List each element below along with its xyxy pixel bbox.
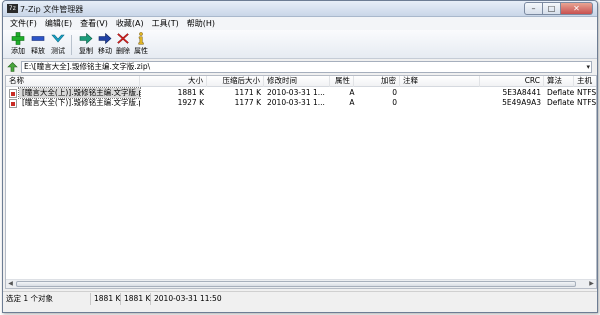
file-encrypted: 0 <box>392 98 397 107</box>
scrollbar-thumb[interactable] <box>16 281 576 287</box>
column-encrypted[interactable]: 加密 <box>354 76 400 87</box>
file-host: NTFS <box>577 88 597 97</box>
file-crc: 5E49A9A3 <box>502 98 541 107</box>
address-bar: E:\[瞳言大全].毁修铭主编.文字版.zip\ ▾ <box>3 60 597 74</box>
copy-icon <box>79 32 93 45</box>
status-bar: 选定 1 个对象 1881 K 1881 K 2010-03-31 11:50 <box>3 291 597 305</box>
table-row[interactable]: [瞳言大全(上)].毁修铭主编.文字版.pdf 1881 K 1171 K 20… <box>6 87 597 99</box>
horizontal-scrollbar[interactable]: ◀ ▶ <box>6 279 596 288</box>
table-row[interactable]: [瞳言大全(下)].毁修铭主编.文字版.pdf 1927 K 1177 K 20… <box>6 98 596 108</box>
column-modified[interactable]: 修改时间 <box>264 76 330 87</box>
extract-icon <box>31 36 45 41</box>
menu-view[interactable]: 查看(V) <box>76 18 112 29</box>
file-encrypted: 0 <box>392 88 397 97</box>
move-button[interactable]: 移动 <box>95 32 115 58</box>
scroll-right-icon[interactable]: ▶ <box>587 280 596 288</box>
toolbar: 添加 释放 测试 复制 移动 删除 属性 <box>3 30 597 59</box>
add-icon <box>11 32 25 45</box>
delete-icon <box>117 33 129 44</box>
properties-label: 属性 <box>134 47 148 55</box>
extract-button[interactable]: 释放 <box>28 32 48 58</box>
file-method: Deflate <box>547 98 575 107</box>
file-comment <box>400 88 480 98</box>
column-crc[interactable]: CRC <box>480 76 544 87</box>
address-path: E:\[瞳言大全].毁修铭主编.文字版.zip\ <box>24 62 151 71</box>
column-host[interactable]: 主机 <box>574 76 596 87</box>
copy-button[interactable]: 复制 <box>76 32 96 58</box>
app-window: 7z 7-Zip 文件管理器 – □ ✕ 文件(F) 编辑(E) 查看(V) 收… <box>2 0 598 313</box>
chevron-down-icon[interactable]: ▾ <box>586 62 590 72</box>
file-name[interactable]: [瞳言大全(上)].毁修铭主编.文字版.pdf <box>18 87 141 99</box>
file-method: Deflate <box>547 88 575 97</box>
properties-button[interactable]: 属性 <box>131 32 151 58</box>
title-bar[interactable]: 7z 7-Zip 文件管理器 – □ ✕ <box>3 1 597 17</box>
file-list[interactable]: 名称 大小 压缩后大小 修改时间 属性 加密 注释 CRC 算法 主机 [瞳言大… <box>5 75 597 289</box>
file-host: NTFS <box>577 98 597 107</box>
window-controls: – □ ✕ <box>524 2 593 15</box>
column-attributes[interactable]: 属性 <box>330 76 354 87</box>
toolbar-separator <box>71 35 72 55</box>
test-button[interactable]: 测试 <box>48 32 68 58</box>
file-modified: 2010-03-31 1... <box>267 88 325 97</box>
menu-file[interactable]: 文件(F) <box>6 18 41 29</box>
column-size[interactable]: 大小 <box>140 76 207 87</box>
column-name[interactable]: 名称 <box>6 76 140 87</box>
menu-tools[interactable]: 工具(T) <box>148 18 183 29</box>
file-crc: 5E3A8441 <box>502 88 542 97</box>
menu-help[interactable]: 帮助(H) <box>183 18 219 29</box>
move-label: 移动 <box>98 47 112 55</box>
column-method[interactable]: 算法 <box>544 76 574 87</box>
up-folder-icon[interactable] <box>7 62 18 72</box>
maximize-button[interactable]: □ <box>543 2 561 15</box>
status-modified: 2010-03-31 11:50 <box>154 294 222 303</box>
pdf-file-icon <box>9 99 17 108</box>
window-title: 7-Zip 文件管理器 <box>20 5 84 14</box>
test-icon <box>51 34 65 43</box>
status-packed: 1881 K <box>121 293 151 305</box>
delete-label: 删除 <box>116 47 130 55</box>
info-icon <box>138 32 144 45</box>
menu-edit[interactable]: 编辑(E) <box>41 18 76 29</box>
add-label: 添加 <box>11 47 25 55</box>
list-header: 名称 大小 压缩后大小 修改时间 属性 加密 注释 CRC 算法 主机 <box>6 76 596 87</box>
column-comment[interactable]: 注释 <box>400 76 480 87</box>
extract-label: 释放 <box>31 47 45 55</box>
move-icon <box>98 32 112 45</box>
file-name[interactable]: [瞳言大全(下)].毁修铭主编.文字版.pdf <box>19 98 140 108</box>
status-size: 1881 K <box>91 293 121 305</box>
file-modified: 2010-03-31 1... <box>267 98 325 107</box>
file-packed-size: 1177 K <box>234 98 261 107</box>
menu-favorites[interactable]: 收藏(A) <box>112 18 148 29</box>
column-packed-size[interactable]: 压缩后大小 <box>207 76 264 87</box>
file-comment <box>400 98 480 108</box>
delete-button[interactable]: 删除 <box>113 32 133 58</box>
add-button[interactable]: 添加 <box>8 32 28 58</box>
file-size: 1881 K <box>177 88 204 97</box>
scroll-left-icon[interactable]: ◀ <box>6 280 15 288</box>
file-size: 1927 K <box>177 98 204 107</box>
status-selection: 选定 1 个对象 <box>3 293 91 305</box>
copy-label: 复制 <box>79 47 93 55</box>
pdf-file-icon <box>9 89 17 98</box>
test-label: 测试 <box>51 47 65 55</box>
menu-bar: 文件(F) 编辑(E) 查看(V) 收藏(A) 工具(T) 帮助(H) <box>3 17 597 30</box>
close-button[interactable]: ✕ <box>561 2 593 15</box>
address-input[interactable]: E:\[瞳言大全].毁修铭主编.文字版.zip\ ▾ <box>21 61 592 73</box>
minimize-button[interactable]: – <box>524 2 543 15</box>
file-packed-size: 1171 K <box>234 88 261 97</box>
app-7zip-icon: 7z <box>7 4 18 13</box>
